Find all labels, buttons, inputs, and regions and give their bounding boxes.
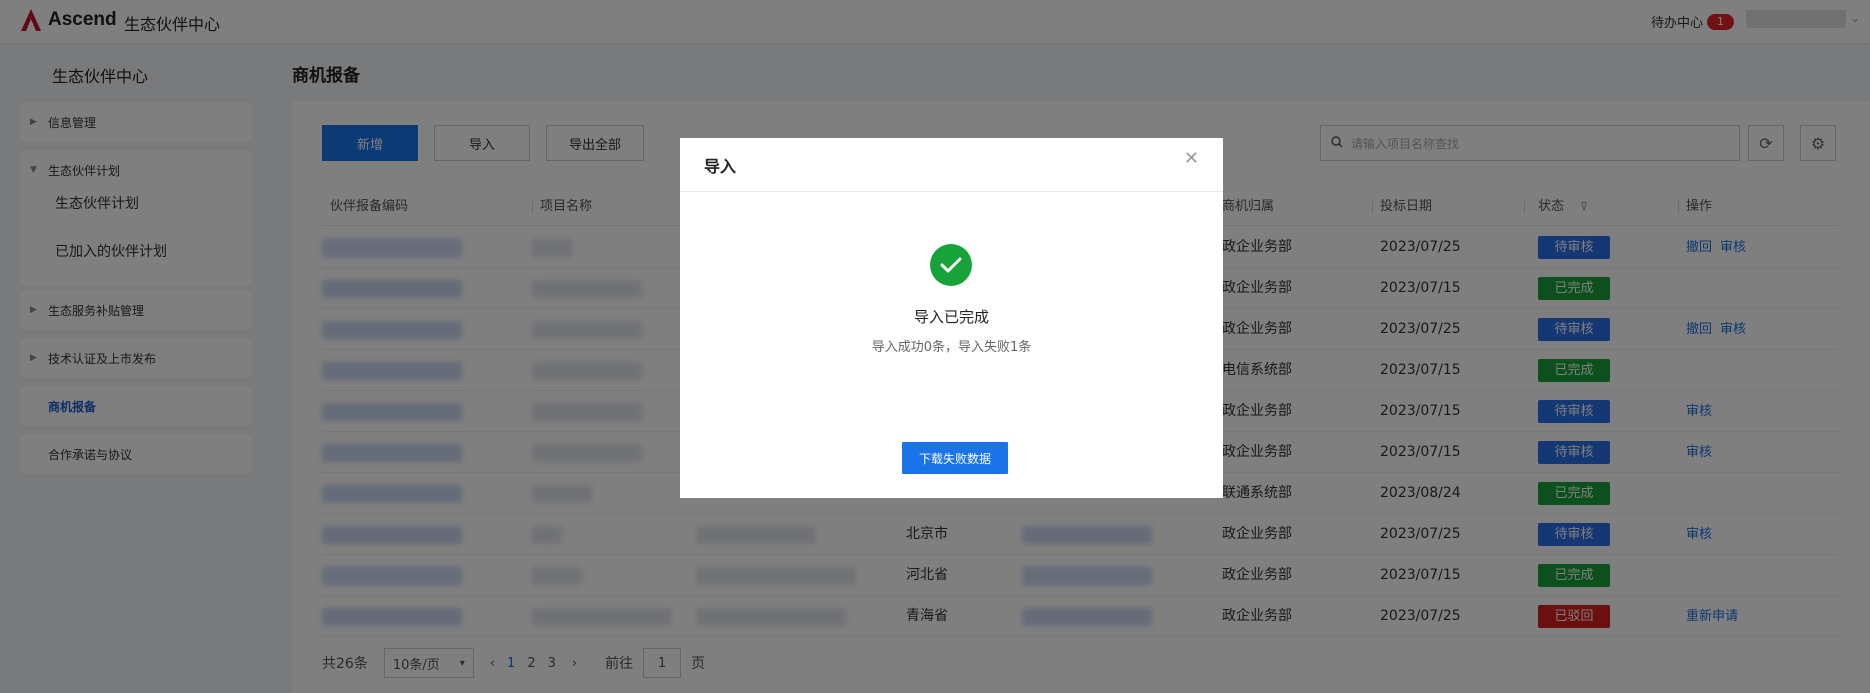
download-failed-data-button[interactable]: 下载失败数据: [902, 442, 1008, 474]
dialog-title: 导入: [680, 138, 1223, 192]
import-result-dialog: 导入 ✕ 导入已完成 导入成功0条，导入失败1条 下载失败数据: [680, 138, 1223, 498]
success-check-icon: [930, 244, 972, 286]
result-title: 导入已完成: [913, 308, 989, 326]
result-detail: 导入成功0条，导入失败1条: [871, 340, 1032, 355]
close-icon[interactable]: ✕: [1184, 148, 1199, 169]
